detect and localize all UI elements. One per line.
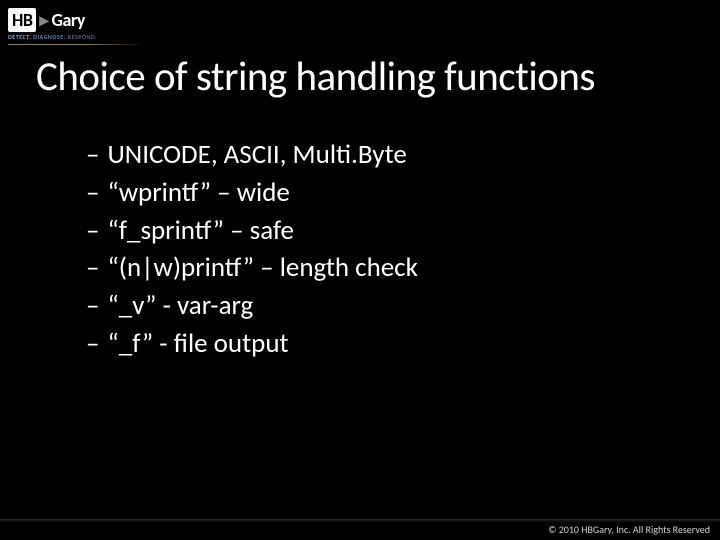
logo-hb: HB <box>8 8 36 32</box>
logo-underline <box>8 44 144 45</box>
bullet-dash: – <box>86 289 99 323</box>
bullet-text: “(n|w)printf” – length check <box>107 251 417 285</box>
list-item: – “_v” - var-arg <box>86 289 418 323</box>
bullet-dash: – <box>86 138 99 172</box>
chevron-right-icon: ▸ <box>39 11 48 29</box>
logo-gary: Gary <box>52 9 85 31</box>
bullet-text: UNICODE, ASCII, Multi.Byte <box>107 138 406 172</box>
list-item: – “f_sprintf” – safe <box>86 214 418 248</box>
bullet-dash: – <box>86 251 99 285</box>
list-item: – “_f” - file output <box>86 327 418 361</box>
bullet-dash: – <box>86 214 99 248</box>
bullet-text: “_v” - var-arg <box>107 289 253 323</box>
logo: HB ▸ Gary <box>8 8 85 32</box>
list-item: – “(n|w)printf” – length check <box>86 251 418 285</box>
list-item: – “wprintf” – wide <box>86 176 418 210</box>
bullet-text: “wprintf” – wide <box>107 176 289 210</box>
bullet-text: “f_sprintf” – safe <box>107 214 294 248</box>
bullet-text: “_f” - file output <box>107 327 288 361</box>
footer-divider <box>0 519 720 522</box>
slide: HB ▸ Gary DETECT. DIAGNOSE. RESPOND. Cho… <box>0 0 720 540</box>
bullet-list: – UNICODE, ASCII, Multi.Byte – “wprintf”… <box>86 138 418 365</box>
logo-area: HB ▸ Gary DETECT. DIAGNOSE. RESPOND. <box>8 8 144 45</box>
copyright-text: © 2010 HBGary, Inc. All Rights Reserved <box>548 523 710 536</box>
bullet-dash: – <box>86 176 99 210</box>
bullet-dash: – <box>86 327 99 361</box>
list-item: – UNICODE, ASCII, Multi.Byte <box>86 138 418 172</box>
logo-tagline: DETECT. DIAGNOSE. RESPOND. <box>8 33 97 41</box>
page-title: Choice of string handling functions <box>36 52 595 102</box>
